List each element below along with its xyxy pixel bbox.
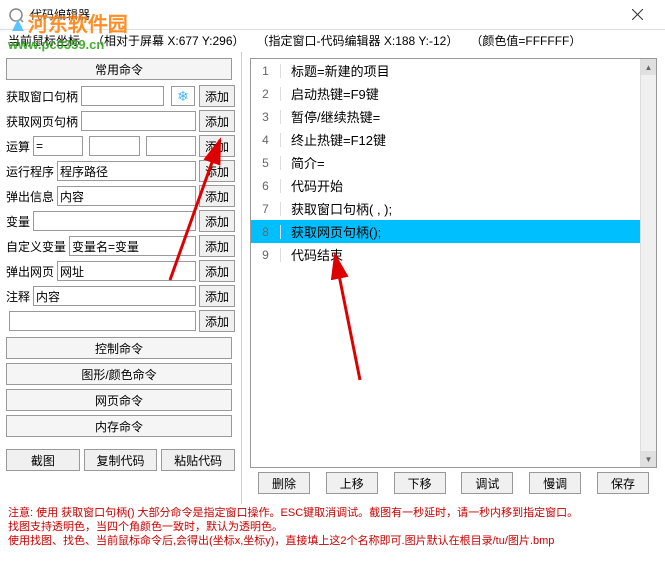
note-line-1: 注意: 使用 获取窗口句柄() 大部分命令是指定窗口操作。ESC键取消调试。截图… xyxy=(8,506,657,520)
run-program-input[interactable] xyxy=(57,161,196,181)
compute-input-1[interactable] xyxy=(33,136,83,156)
code-line[interactable]: 1标题=新建的项目 xyxy=(251,59,656,82)
notes: 注意: 使用 获取窗口句柄() 大部分命令是指定窗口操作。ESC键取消调试。截图… xyxy=(0,504,665,550)
line-number: 9 xyxy=(251,248,281,262)
comment-input[interactable] xyxy=(33,286,196,306)
code-line[interactable]: 5简介= xyxy=(251,151,656,174)
note-line-2: 找图支持透明色，当四个角颜色一致时，默认为透明色。 xyxy=(8,520,657,534)
line-text: 暂停/继续热键= xyxy=(281,107,380,126)
cursor-window: （指定窗口-代码编辑器 X:188 Y:-12） xyxy=(257,32,459,50)
compute-input-3[interactable] xyxy=(146,136,196,156)
line-number: 5 xyxy=(251,156,281,170)
line-number: 4 xyxy=(251,133,281,147)
code-line[interactable]: 9代码结束 xyxy=(251,243,656,266)
note-line-3: 使用找图、找色、当前鼠标命令后,会得出(坐标x,坐标y)，直接填上这2个名称即可… xyxy=(8,534,657,548)
snowflake-icon[interactable]: ❄ xyxy=(171,86,195,106)
add-popup-web-button[interactable]: 添加 xyxy=(199,260,235,282)
popup-web-label: 弹出网页 xyxy=(6,263,54,280)
add-custom-var-button[interactable]: 添加 xyxy=(199,235,235,257)
get-win-handle-input[interactable] xyxy=(81,86,164,106)
left-panel: 常用命令 获取窗口句柄 ❄ 添加 获取网页句柄 添加 运算 添加 运行程序 添加… xyxy=(0,52,242,504)
custom-var-label: 自定义变量 xyxy=(6,238,66,255)
graphics-cmd-button[interactable]: 图形/颜色命令 xyxy=(6,363,232,385)
code-line[interactable]: 6代码开始 xyxy=(251,174,656,197)
save-button[interactable]: 保存 xyxy=(597,472,649,494)
get-web-handle-input[interactable] xyxy=(81,111,196,131)
code-line[interactable]: 4终止热键=F12键 xyxy=(251,128,656,151)
screenshot-button[interactable]: 截图 xyxy=(6,449,80,471)
app-icon xyxy=(8,7,24,23)
popup-info-label: 弹出信息 xyxy=(6,188,54,205)
compute-input-2[interactable] xyxy=(89,136,139,156)
delete-button[interactable]: 删除 xyxy=(258,472,310,494)
code-line[interactable]: 7获取窗口句柄( , ); xyxy=(251,197,656,220)
custom-var-input[interactable] xyxy=(69,236,196,256)
compute-label: 运算 xyxy=(6,138,30,155)
line-number: 7 xyxy=(251,202,281,216)
common-cmd-button[interactable]: 常用命令 xyxy=(6,58,232,80)
line-number: 3 xyxy=(251,110,281,124)
cursor-color: （颜色值=FFFFFF） xyxy=(470,32,581,50)
cursor-label: 当前鼠标坐标 xyxy=(8,32,80,50)
line-number: 6 xyxy=(251,179,281,193)
add-comment-button[interactable]: 添加 xyxy=(199,285,235,307)
variable-input[interactable] xyxy=(33,211,196,231)
run-program-label: 运行程序 xyxy=(6,163,54,180)
scroll-up-icon[interactable]: ▲ xyxy=(641,59,656,75)
blank-input[interactable] xyxy=(9,311,196,331)
close-button[interactable] xyxy=(617,1,657,29)
line-text: 启动热键=F9键 xyxy=(281,84,379,103)
debug-button[interactable]: 调试 xyxy=(461,472,513,494)
get-win-handle-label: 获取窗口句柄 xyxy=(6,88,78,105)
slow-debug-button[interactable]: 慢调 xyxy=(529,472,581,494)
add-web-handle-button[interactable]: 添加 xyxy=(199,110,235,132)
code-line[interactable]: 3暂停/继续热键= xyxy=(251,105,656,128)
code-line[interactable]: 2启动热键=F9键 xyxy=(251,82,656,105)
variable-label: 变量 xyxy=(6,213,30,230)
code-line[interactable]: 8获取网页句柄(); xyxy=(251,220,656,243)
line-text: 标题=新建的项目 xyxy=(281,61,390,80)
move-down-button[interactable]: 下移 xyxy=(394,472,446,494)
get-web-handle-label: 获取网页句柄 xyxy=(6,113,78,130)
line-number: 2 xyxy=(251,87,281,101)
web-cmd-button[interactable]: 网页命令 xyxy=(6,389,232,411)
right-panel: 1标题=新建的项目2启动热键=F9键3暂停/继续热键=4终止热键=F12键5简介… xyxy=(242,52,665,504)
window-title: 代码编辑器 xyxy=(30,6,617,23)
popup-info-input[interactable] xyxy=(57,186,196,206)
add-win-handle-button[interactable]: 添加 xyxy=(199,85,235,107)
add-blank-button[interactable]: 添加 xyxy=(199,310,235,332)
cursor-screen: （相对于屏幕 X:677 Y:296） xyxy=(92,32,245,50)
code-editor[interactable]: 1标题=新建的项目2启动热键=F9键3暂停/继续热键=4终止热键=F12键5简介… xyxy=(250,58,657,468)
line-text: 获取窗口句柄( , ); xyxy=(281,199,392,218)
line-number: 1 xyxy=(251,64,281,78)
move-up-button[interactable]: 上移 xyxy=(326,472,378,494)
add-compute-button[interactable]: 添加 xyxy=(199,135,235,157)
line-text: 代码结束 xyxy=(281,245,343,264)
paste-code-button[interactable]: 粘贴代码 xyxy=(161,449,235,471)
line-text: 代码开始 xyxy=(281,176,343,195)
popup-web-input[interactable] xyxy=(57,261,196,281)
line-text: 简介= xyxy=(281,153,325,172)
scroll-down-icon[interactable]: ▼ xyxy=(641,451,656,467)
line-text: 获取网页句柄(); xyxy=(281,222,381,241)
add-run-program-button[interactable]: 添加 xyxy=(199,160,235,182)
close-icon xyxy=(632,9,643,20)
control-cmd-button[interactable]: 控制命令 xyxy=(6,337,232,359)
line-text: 终止热键=F12键 xyxy=(281,130,386,149)
comment-label: 注释 xyxy=(6,288,30,305)
add-popup-info-button[interactable]: 添加 xyxy=(199,185,235,207)
line-number: 8 xyxy=(251,225,281,239)
mem-cmd-button[interactable]: 内存命令 xyxy=(6,415,232,437)
add-variable-button[interactable]: 添加 xyxy=(199,210,235,232)
copy-code-button[interactable]: 复制代码 xyxy=(84,449,158,471)
vertical-scrollbar[interactable]: ▲ ▼ xyxy=(640,59,656,467)
